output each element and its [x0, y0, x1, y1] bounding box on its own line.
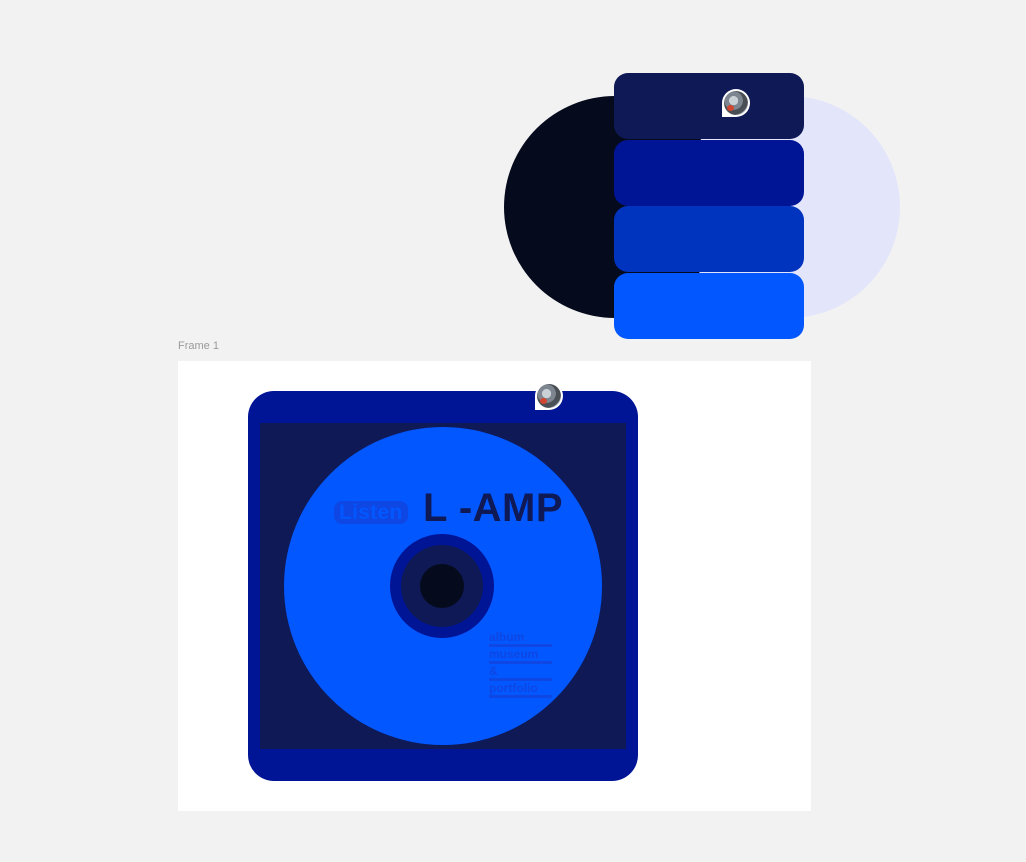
avatar-image [724, 91, 748, 115]
color-swatch-4[interactable] [614, 273, 804, 339]
color-swatch-1[interactable] [614, 73, 804, 139]
subtitle-line: museum [489, 646, 559, 664]
color-swatch-2[interactable] [614, 140, 804, 206]
frame-label[interactable]: Frame 1 [178, 340, 219, 352]
album-subtitle: album museum & portfolio [489, 629, 559, 698]
listen-badge: Listen [334, 501, 408, 524]
subtitle-line: portfolio [489, 680, 559, 698]
collaborator-avatar-icon[interactable] [722, 89, 750, 117]
subtitle-line: album [489, 629, 559, 647]
avatar-image [537, 384, 561, 408]
album-title: L -AMP [423, 486, 564, 530]
subtitle-line: & [489, 663, 559, 681]
cd-center-hole [420, 564, 464, 608]
collaborator-avatar-icon[interactable] [535, 382, 563, 410]
color-swatch-3[interactable] [614, 206, 804, 272]
